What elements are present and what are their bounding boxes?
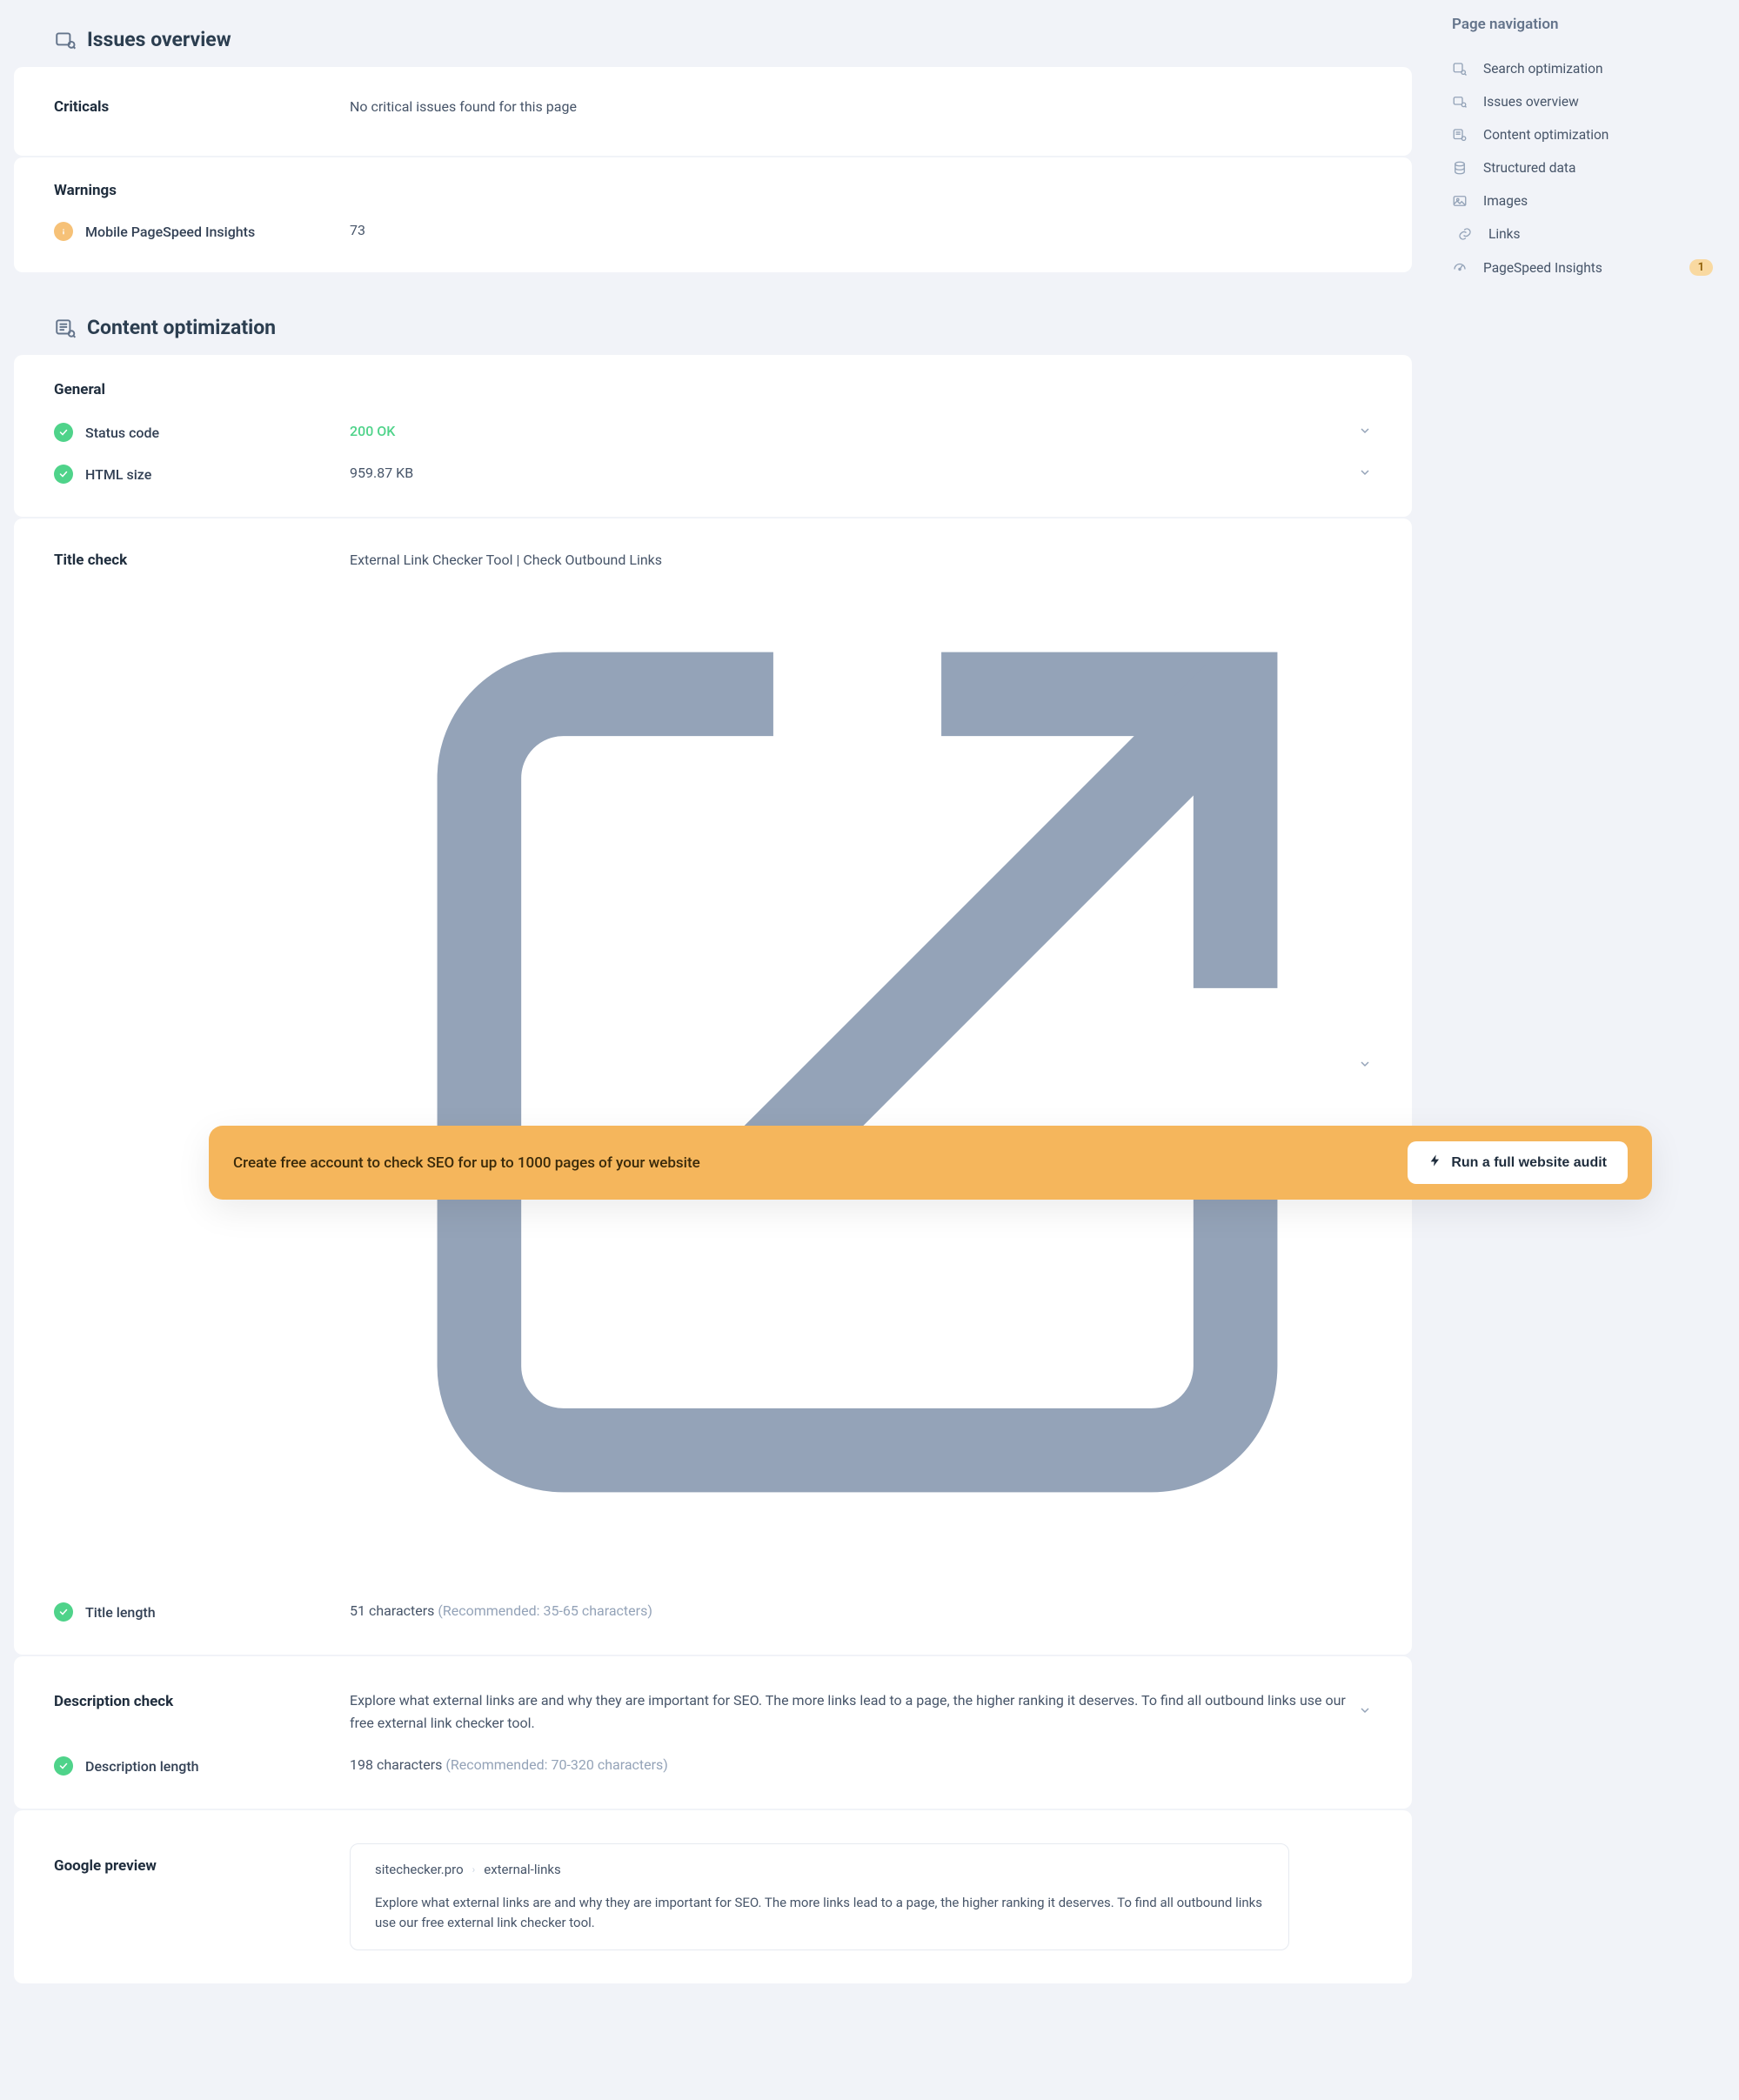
nav-issues-overview[interactable]: Issues overview — [1452, 85, 1713, 118]
google-preview-path: external-links — [484, 1862, 561, 1877]
html-size-label: HTML size — [85, 466, 151, 483]
nav-label: PageSpeed Insights — [1483, 260, 1602, 276]
warnings-card: Warnings Mobile PageSpeed Insights 73 — [14, 157, 1412, 272]
description-check-heading: Description check — [54, 1693, 173, 1719]
warning-icon — [54, 222, 73, 241]
page-navigation-sidebar: Page navigation Search optimization Issu… — [1426, 0, 1739, 2100]
status-code-value: 200 OK — [350, 423, 395, 439]
description-length-value: 198 characters (Recommended: 70-320 char… — [350, 1756, 1372, 1773]
nav-label: Links — [1488, 226, 1521, 242]
title-check-row[interactable]: Title check External Link Checker Tool |… — [54, 545, 1372, 1587]
status-code-row[interactable]: Status code 200 OK — [54, 416, 1372, 449]
google-preview-card: Google preview sitechecker.pro › externa… — [14, 1810, 1412, 1983]
title-check-text: External Link Checker Tool | Check Outbo… — [350, 552, 1358, 1580]
criticals-message: No critical issues found for this page — [350, 98, 1372, 115]
title-check-heading: Title check — [54, 552, 127, 578]
issues-icon — [1452, 94, 1468, 110]
google-preview-box: sitechecker.pro › external-links Explore… — [350, 1843, 1289, 1950]
cta-text: Create free account to check SEO for up … — [233, 1154, 700, 1172]
nav-label: Content optimization — [1483, 127, 1609, 143]
cta-bar: Create free account to check SEO for up … — [209, 1126, 1652, 1200]
check-icon — [54, 1756, 73, 1776]
issues-title: Issues overview — [87, 28, 231, 51]
check-icon — [54, 423, 73, 442]
google-preview-breadcrumb: sitechecker.pro › external-links — [375, 1862, 1264, 1877]
chevron-down-icon — [1358, 465, 1372, 483]
general-card: General Status code 200 OK — [14, 355, 1412, 517]
external-link-icon[interactable] — [353, 1563, 1361, 1580]
description-check-card: Description check Explore what external … — [14, 1656, 1412, 1809]
warning-value: 73 — [350, 222, 1372, 238]
check-icon — [54, 1602, 73, 1622]
google-preview-domain: sitechecker.pro — [375, 1862, 464, 1877]
content-icon — [54, 317, 77, 339]
structured-data-icon — [1452, 160, 1468, 176]
nav-label: Images — [1483, 193, 1528, 209]
content-title: Content optimization — [87, 316, 276, 339]
issues-overview-section: Issues overview Criticals No critical is… — [0, 16, 1426, 272]
status-code-label: Status code — [85, 425, 159, 441]
nav-links[interactable]: Links — [1452, 217, 1713, 251]
images-icon — [1452, 193, 1468, 209]
google-preview-heading: Google preview — [54, 1857, 157, 1883]
issues-title-row: Issues overview — [0, 16, 1426, 67]
breadcrumb-sep-icon: › — [472, 1863, 476, 1876]
content-title-row: Content optimization — [0, 304, 1426, 355]
warning-label: Mobile PageSpeed Insights — [85, 224, 255, 240]
chevron-down-icon — [1358, 1057, 1372, 1074]
html-size-row[interactable]: HTML size 959.87 KB — [54, 449, 1372, 491]
cta-button-label: Run a full website audit — [1451, 1155, 1607, 1171]
description-check-row[interactable]: Description check Explore what external … — [54, 1682, 1372, 1741]
criticals-heading: Criticals — [54, 98, 109, 124]
nav-search-optimization[interactable]: Search optimization — [1452, 52, 1713, 85]
run-audit-button[interactable]: Run a full website audit — [1408, 1141, 1628, 1184]
general-heading: General — [54, 381, 1372, 416]
warning-row-mobile-pagespeed[interactable]: Mobile PageSpeed Insights 73 — [54, 215, 1372, 248]
content-icon — [1452, 127, 1468, 143]
issues-icon — [54, 29, 77, 51]
nav-content-optimization[interactable]: Content optimization — [1452, 118, 1713, 151]
nav-pagespeed-insights[interactable]: PageSpeed Insights 1 — [1452, 251, 1713, 284]
description-length-label: Description length — [85, 1758, 199, 1775]
chevron-down-icon — [1358, 424, 1372, 441]
nav-label: Structured data — [1483, 160, 1575, 176]
nav-structured-data[interactable]: Structured data — [1452, 151, 1713, 184]
nav-badge: 1 — [1689, 259, 1713, 276]
title-check-card: Title check External Link Checker Tool |… — [14, 518, 1412, 1655]
google-preview-desc: Explore what external links are and why … — [375, 1893, 1264, 1932]
chevron-down-icon — [1358, 1703, 1372, 1721]
title-length-value: 51 characters (Recommended: 35-65 charac… — [350, 1602, 1372, 1619]
check-icon — [54, 465, 73, 484]
description-length-row: Description length 198 characters (Recom… — [54, 1741, 1372, 1782]
html-size-value: 959.87 KB — [350, 465, 1358, 481]
description-check-text: Explore what external links are and why … — [350, 1689, 1358, 1734]
pagespeed-icon — [1452, 260, 1468, 276]
title-length-label: Title length — [85, 1604, 156, 1621]
nav-label: Search optimization — [1483, 61, 1603, 77]
criticals-card: Criticals No critical issues found for t… — [14, 67, 1412, 156]
links-icon — [1457, 226, 1473, 242]
nav-title: Page navigation — [1452, 16, 1713, 33]
warnings-heading: Warnings — [54, 182, 1372, 215]
nav-label: Issues overview — [1483, 94, 1579, 110]
search-icon — [1452, 61, 1468, 77]
nav-images[interactable]: Images — [1452, 184, 1713, 217]
title-length-row: Title length 51 characters (Recommended:… — [54, 1587, 1372, 1629]
bolt-icon — [1428, 1154, 1442, 1172]
